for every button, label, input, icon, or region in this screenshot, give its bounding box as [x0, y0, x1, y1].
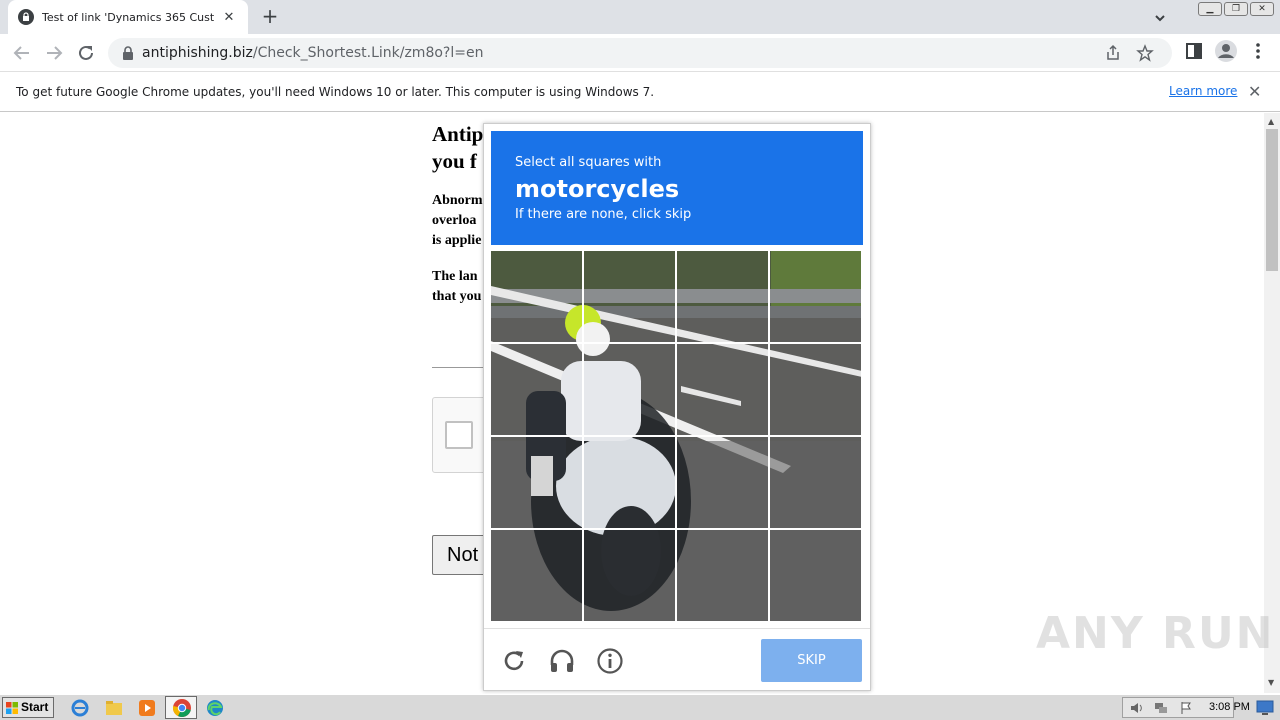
lock-icon[interactable] — [122, 46, 134, 60]
address-bar[interactable]: antiphishing.biz/Check_Shortest.Link/zm8… — [108, 38, 1172, 68]
captcha-tile[interactable] — [677, 530, 768, 621]
captcha-tile[interactable] — [677, 344, 768, 435]
challenge-target: motorcycles — [515, 175, 680, 203]
minimize-button[interactable]: ▁ — [1198, 2, 1222, 16]
update-infobar: To get future Google Chrome updates, you… — [0, 72, 1280, 112]
bookmark-star-icon[interactable] — [1136, 44, 1154, 62]
challenge-hint: If there are none, click skip — [515, 207, 692, 222]
side-panel-icon[interactable] — [1184, 41, 1204, 61]
recaptcha-challenge: Select all squares with motorcycles If t… — [483, 123, 871, 691]
url-domain: antiphishing.biz — [142, 45, 253, 61]
tab-title: Test of link 'Dynamics 365 Customer — [42, 10, 214, 24]
forward-icon[interactable] — [42, 41, 66, 65]
captcha-tile[interactable] — [584, 251, 675, 342]
tab-strip: Test of link 'Dynamics 365 Customer ✕ + … — [0, 0, 1280, 34]
captcha-tile[interactable] — [770, 437, 861, 528]
back-icon[interactable] — [10, 41, 34, 65]
restore-button[interactable]: ❐ — [1224, 2, 1248, 16]
infobar-message: To get future Google Chrome updates, you… — [16, 84, 655, 99]
captcha-tile[interactable] — [491, 530, 582, 621]
windows-taskbar: Start 3:08 PM — [0, 694, 1280, 720]
show-desktop-icon[interactable] — [1256, 698, 1274, 716]
captcha-tile[interactable] — [584, 530, 675, 621]
learn-more-link[interactable]: Learn more — [1169, 84, 1237, 98]
network-icon[interactable] — [1153, 701, 1169, 715]
captcha-tile[interactable] — [584, 344, 675, 435]
reload-icon[interactable] — [500, 647, 528, 675]
url-path: /Check_Shortest.Link/zm8o?l=en — [252, 45, 484, 61]
media-player-icon[interactable] — [137, 698, 157, 718]
page-scrollbar[interactable]: ▲ ▼ — [1264, 113, 1280, 693]
action-center-flag-icon[interactable] — [1179, 701, 1193, 715]
url-text: antiphishing.biz/Check_Shortest.Link/zm8… — [142, 45, 483, 61]
start-button[interactable]: Start — [2, 697, 54, 718]
reload-icon[interactable] — [74, 41, 98, 65]
taskbar-clock[interactable]: 3:08 PM — [1209, 701, 1250, 713]
captcha-tile[interactable] — [770, 530, 861, 621]
page-favicon-icon — [18, 9, 34, 25]
infobar-close-icon[interactable]: ✕ — [1248, 82, 1261, 101]
recaptcha-checkbox[interactable] — [445, 421, 473, 449]
skip-button[interactable]: SKIP — [761, 639, 862, 682]
volume-icon[interactable] — [1129, 701, 1145, 715]
edge-icon[interactable] — [205, 698, 225, 718]
info-icon[interactable] — [596, 647, 624, 675]
close-window-button[interactable]: ✕ — [1250, 2, 1274, 16]
windows-logo-icon — [6, 702, 18, 714]
captcha-tile[interactable] — [584, 437, 675, 528]
start-label: Start — [21, 700, 49, 714]
menu-icon[interactable] — [1250, 41, 1266, 61]
tab-close-icon[interactable]: ✕ — [220, 10, 238, 25]
audio-headphones-icon[interactable] — [548, 647, 576, 675]
challenge-header: Select all squares with motorcycles If t… — [491, 131, 863, 245]
captcha-tile[interactable] — [677, 251, 768, 342]
challenge-image-grid — [491, 251, 862, 622]
challenge-footer: SKIP — [484, 628, 870, 690]
new-tab-button[interactable]: + — [258, 5, 282, 29]
scroll-down-arrow-icon[interactable]: ▼ — [1268, 678, 1274, 687]
profile-icon[interactable] — [1214, 39, 1238, 63]
chrome-icon — [172, 699, 191, 717]
captcha-tile[interactable] — [491, 251, 582, 342]
browser-tab[interactable]: Test of link 'Dynamics 365 Customer ✕ — [8, 0, 248, 34]
tab-search-icon[interactable] — [1150, 8, 1170, 28]
window-controls: ▁ ❐ ✕ — [1198, 2, 1274, 16]
scroll-thumb[interactable] — [1266, 129, 1278, 271]
browser-toolbar: antiphishing.biz/Check_Shortest.Link/zm8… — [0, 34, 1280, 72]
captcha-tile[interactable] — [770, 344, 861, 435]
captcha-tile[interactable] — [491, 344, 582, 435]
file-explorer-icon[interactable] — [104, 698, 124, 718]
anyrun-watermark: ANY RUN — [1036, 608, 1275, 659]
captcha-tile[interactable] — [491, 437, 582, 528]
captcha-tile[interactable] — [677, 437, 768, 528]
chrome-taskbar-button[interactable] — [165, 696, 197, 719]
scroll-up-arrow-icon[interactable]: ▲ — [1268, 117, 1274, 126]
share-icon[interactable] — [1104, 44, 1122, 62]
challenge-instruction: Select all squares with — [515, 155, 662, 170]
captcha-tile[interactable] — [770, 251, 861, 342]
internet-explorer-icon[interactable] — [70, 698, 90, 718]
